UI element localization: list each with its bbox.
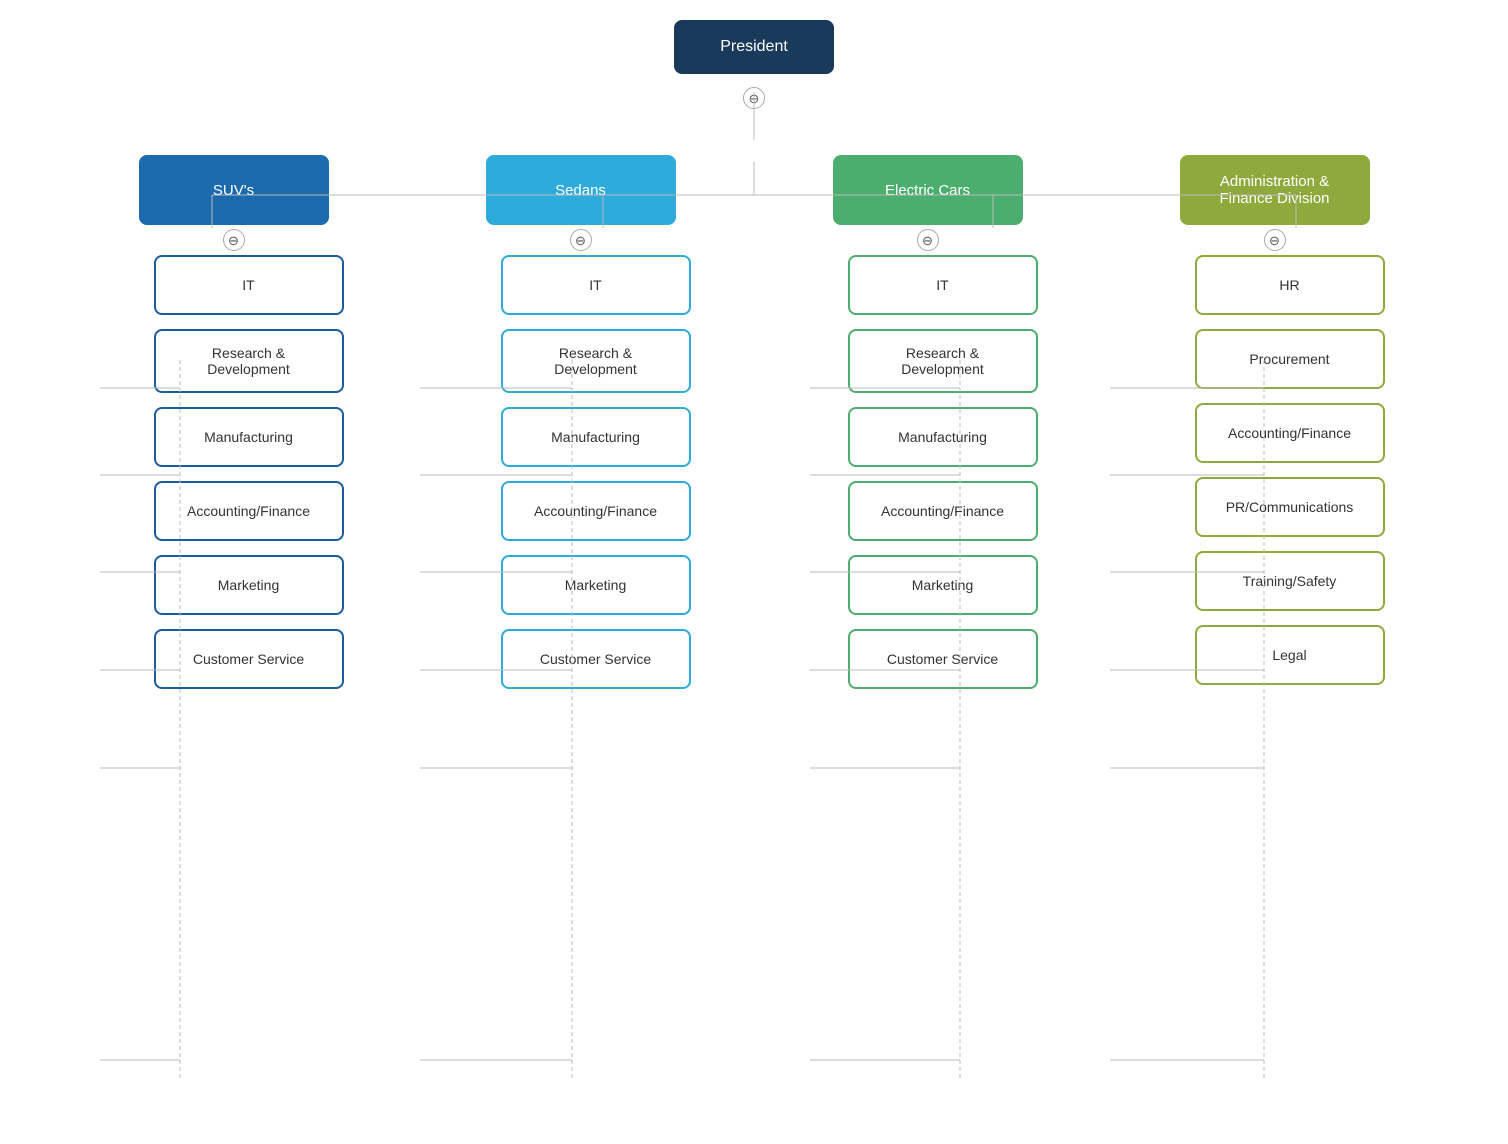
sedans-departments: IT Research &Development Manufacturing A… bbox=[471, 255, 691, 689]
divisions-row: SUV's ⊖ IT Research &Development Manufac… bbox=[20, 155, 1488, 689]
admin-collapse-btn[interactable]: ⊖ bbox=[1264, 229, 1286, 251]
dept-suvs-marketing: Marketing bbox=[154, 555, 344, 615]
division-admin-box: Administration &Finance Division bbox=[1180, 155, 1370, 225]
dept-suvs-rd: Research &Development bbox=[154, 329, 344, 393]
president-collapse-btn[interactable]: ⊖ bbox=[743, 87, 765, 109]
dept-admin-pr: PR/Communications bbox=[1195, 477, 1385, 537]
division-electric-cars: Electric Cars ⊖ IT Research &Development… bbox=[818, 155, 1038, 689]
dept-sedans-marketing: Marketing bbox=[501, 555, 691, 615]
dept-sedans-manufacturing: Manufacturing bbox=[501, 407, 691, 467]
division-suvs-box: SUV's bbox=[139, 155, 329, 225]
dept-admin-hr: HR bbox=[1195, 255, 1385, 315]
division-admin-finance: Administration &Finance Division ⊖ HR Pr… bbox=[1165, 155, 1385, 689]
dept-electric-cs: Customer Service bbox=[848, 629, 1038, 689]
suvs-departments: IT Research &Development Manufacturing A… bbox=[124, 255, 344, 689]
dept-admin-training: Training/Safety bbox=[1195, 551, 1385, 611]
dept-sedans-accounting: Accounting/Finance bbox=[501, 481, 691, 541]
dept-sedans-it: IT bbox=[501, 255, 691, 315]
division-sedans: Sedans ⊖ IT Research &Development Manufa… bbox=[471, 155, 691, 689]
main-layout: President ⊖ SUV's ⊖ IT Research &Develop… bbox=[20, 20, 1488, 689]
president-section: President ⊖ bbox=[674, 20, 834, 122]
dept-sedans-cs: Customer Service bbox=[501, 629, 691, 689]
sedans-collapse-btn[interactable]: ⊖ bbox=[570, 229, 592, 251]
dept-electric-manufacturing: Manufacturing bbox=[848, 407, 1038, 467]
dept-suvs-cs: Customer Service bbox=[154, 629, 344, 689]
dept-admin-procurement: Procurement bbox=[1195, 329, 1385, 389]
suvs-collapse-btn[interactable]: ⊖ bbox=[223, 229, 245, 251]
division-suvs: SUV's ⊖ IT Research &Development Manufac… bbox=[124, 155, 344, 689]
electric-collapse-btn[interactable]: ⊖ bbox=[917, 229, 939, 251]
dept-electric-rd: Research &Development bbox=[848, 329, 1038, 393]
dept-electric-it: IT bbox=[848, 255, 1038, 315]
dept-admin-legal: Legal bbox=[1195, 625, 1385, 685]
admin-departments: HR Procurement Accounting/Finance PR/Com… bbox=[1165, 255, 1385, 685]
president-box: President bbox=[674, 20, 834, 74]
dept-sedans-rd: Research &Development bbox=[501, 329, 691, 393]
dept-suvs-accounting: Accounting/Finance bbox=[154, 481, 344, 541]
org-chart: President ⊖ SUV's ⊖ IT Research &Develop… bbox=[0, 0, 1508, 709]
dept-admin-accounting: Accounting/Finance bbox=[1195, 403, 1385, 463]
dept-electric-accounting: Accounting/Finance bbox=[848, 481, 1038, 541]
electric-departments: IT Research &Development Manufacturing A… bbox=[818, 255, 1038, 689]
dept-suvs-it: IT bbox=[154, 255, 344, 315]
dept-suvs-manufacturing: Manufacturing bbox=[154, 407, 344, 467]
division-electric-box: Electric Cars bbox=[833, 155, 1023, 225]
dept-electric-marketing: Marketing bbox=[848, 555, 1038, 615]
division-sedans-box: Sedans bbox=[486, 155, 676, 225]
